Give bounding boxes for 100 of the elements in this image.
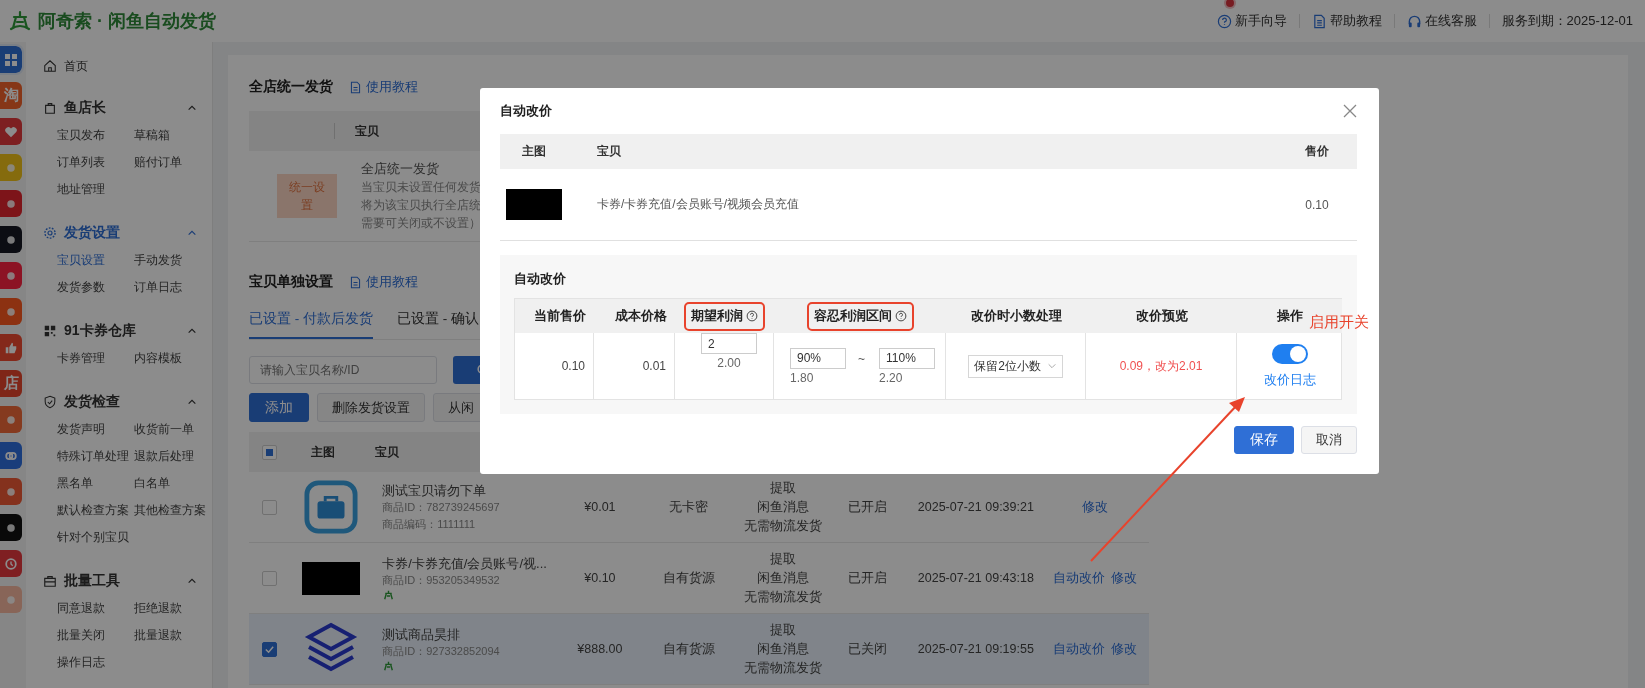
platform-icon[interactable]: [0, 190, 22, 217]
platform-icon[interactable]: 店: [0, 370, 22, 397]
panel-title: 自动改价: [514, 271, 567, 288]
platform-icon[interactable]: [0, 334, 22, 361]
menu-item[interactable]: 批量退款: [134, 622, 211, 649]
menu-item[interactable]: 拒绝退款: [134, 595, 211, 622]
menu-group[interactable]: 批量工具: [43, 567, 197, 595]
home-link[interactable]: 首页: [43, 54, 212, 78]
document-icon: [1311, 13, 1327, 29]
top-link[interactable]: 帮助教程: [1311, 12, 1382, 30]
menu-item[interactable]: 特殊订单处理: [57, 443, 134, 470]
profit-field[interactable]: 2: [701, 333, 757, 354]
menu-item[interactable]: 发货声明: [57, 416, 134, 443]
menu-item[interactable]: 订单日志: [134, 274, 211, 301]
menu-item[interactable]: 订单列表: [57, 149, 134, 176]
range-separator: ~: [858, 352, 865, 366]
menu-item[interactable]: 其他检查方案: [134, 497, 211, 524]
tutorial-link[interactable]: 使用教程: [349, 78, 418, 96]
computed-value: 2.00: [717, 356, 741, 370]
search-field[interactable]: 请输入宝贝名称/ID: [249, 356, 437, 384]
menu-item[interactable]: 内容模板: [134, 345, 211, 372]
enable-toggle[interactable]: [1271, 343, 1308, 364]
table-cell-text: 2025-07-21 09:43:18: [916, 571, 1035, 585]
delivery-text: 闲鱼消息: [755, 569, 810, 587]
menu-group[interactable]: 发货检查: [43, 388, 197, 416]
dialog-button[interactable]: 取消: [1301, 426, 1357, 454]
menu-item[interactable]: 地址管理: [57, 176, 134, 203]
menu-group[interactable]: 鱼店长: [43, 94, 197, 122]
price-log-link[interactable]: 改价日志: [1263, 371, 1316, 389]
close-button[interactable]: [1343, 104, 1357, 118]
menu-item[interactable]: 草稿箱: [134, 122, 211, 149]
row-action-link[interactable]: 修改: [1110, 640, 1137, 658]
platform-icon[interactable]: [0, 226, 22, 253]
row-action-link[interactable]: 修改: [1081, 498, 1108, 516]
product-name: 卡券/卡券充值/会员账号/视...: [382, 554, 548, 572]
row-action-link[interactable]: 自动改价: [1052, 640, 1105, 658]
menu-group[interactable]: 91卡券仓库: [43, 317, 197, 345]
help-icon[interactable]: [894, 310, 907, 322]
menu-item[interactable]: 黑名单: [57, 470, 134, 497]
menu-item[interactable]: 批量关闭: [57, 622, 134, 649]
menu-item[interactable]: 白名单: [134, 470, 211, 497]
platform-icon[interactable]: [0, 406, 22, 433]
menu-item[interactable]: 宝贝设置: [57, 247, 134, 274]
tab[interactable]: 已设置 - 付款后发货: [249, 302, 373, 339]
help-icon: [1216, 13, 1232, 29]
platform-icon[interactable]: [0, 478, 22, 505]
chevron-icon: [187, 397, 197, 407]
menu-item[interactable]: 收货前一单: [134, 416, 211, 443]
platform-icon[interactable]: 淘: [0, 82, 22, 109]
range-max-field[interactable]: 110%: [879, 347, 935, 369]
product-name: 测试宝贝请勿下单: [382, 481, 488, 499]
table-cell-text: 卡券/卡券充值/会员账号/视频会员充值: [597, 196, 800, 213]
menu-item[interactable]: 针对个别宝贝: [57, 524, 134, 551]
platform-icon[interactable]: [0, 514, 22, 541]
menu-item[interactable]: 宝贝发布: [57, 122, 134, 149]
platform-icon[interactable]: [0, 46, 22, 73]
table-cell-text: 已关闭: [846, 640, 888, 658]
action-button[interactable]: 添加: [249, 393, 309, 422]
table-cell-text: ¥888.00: [576, 642, 624, 656]
help-icon[interactable]: [746, 310, 758, 322]
dialog-title: 自动改价: [500, 102, 552, 120]
table-cell: 0.01: [594, 333, 675, 399]
menu-item[interactable]: 手动发货: [134, 247, 211, 274]
platform-icon[interactable]: [0, 298, 22, 325]
menu-item[interactable]: 操作日志: [57, 649, 134, 676]
platform-icon[interactable]: [0, 550, 22, 577]
dialog-button[interactable]: 保存: [1234, 426, 1294, 454]
menu-group-title: 91卡券仓库: [64, 322, 136, 340]
grid-icon: [43, 324, 57, 338]
menu-item[interactable]: 默认检查方案: [57, 497, 134, 524]
check-icon: [264, 643, 275, 655]
menu-item[interactable]: 退款后处理: [134, 443, 211, 470]
row-action-link[interactable]: 自动改价: [1052, 569, 1105, 587]
row-action-link[interactable]: 修改: [1110, 569, 1137, 587]
table-cell-text: 自有货源: [661, 640, 716, 658]
table-cell-text: ¥0.10: [583, 571, 617, 585]
menu-group-title: 发货设置: [64, 224, 120, 242]
top-link[interactable]: 在线客服: [1406, 12, 1477, 30]
gear-icon: [43, 226, 57, 240]
tutorial-link[interactable]: 使用教程: [349, 273, 418, 291]
select-all-checkbox[interactable]: [262, 444, 277, 460]
menu-item[interactable]: 发货参数: [57, 274, 134, 301]
range-min-field[interactable]: 90%: [790, 347, 846, 369]
top-link[interactable]: 新手向导: [1216, 12, 1287, 30]
decimal-select[interactable]: 保留2位小数: [968, 354, 1063, 378]
column-header: 宝贝: [375, 443, 399, 461]
menu-item[interactable]: 同意退款: [57, 595, 134, 622]
tab[interactable]: 已设置 - 确认: [397, 302, 479, 339]
delivery-text: 无需物流发货: [743, 588, 823, 606]
row-checkbox[interactable]: [262, 641, 277, 657]
app-title: 阿奇索 · 闲鱼自动发货: [38, 10, 216, 33]
menu-group[interactable]: 发货设置: [43, 219, 197, 247]
platform-icon[interactable]: [0, 442, 22, 469]
bag-icon: [43, 101, 57, 115]
menu-item[interactable]: 赔付订单: [134, 149, 211, 176]
action-button[interactable]: 删除发货设置: [317, 393, 425, 422]
platform-icon[interactable]: [0, 262, 22, 289]
platform-icon[interactable]: [0, 118, 22, 145]
menu-item[interactable]: 卡券管理: [57, 345, 134, 372]
section-title: 宝贝单独设置: [249, 273, 333, 291]
